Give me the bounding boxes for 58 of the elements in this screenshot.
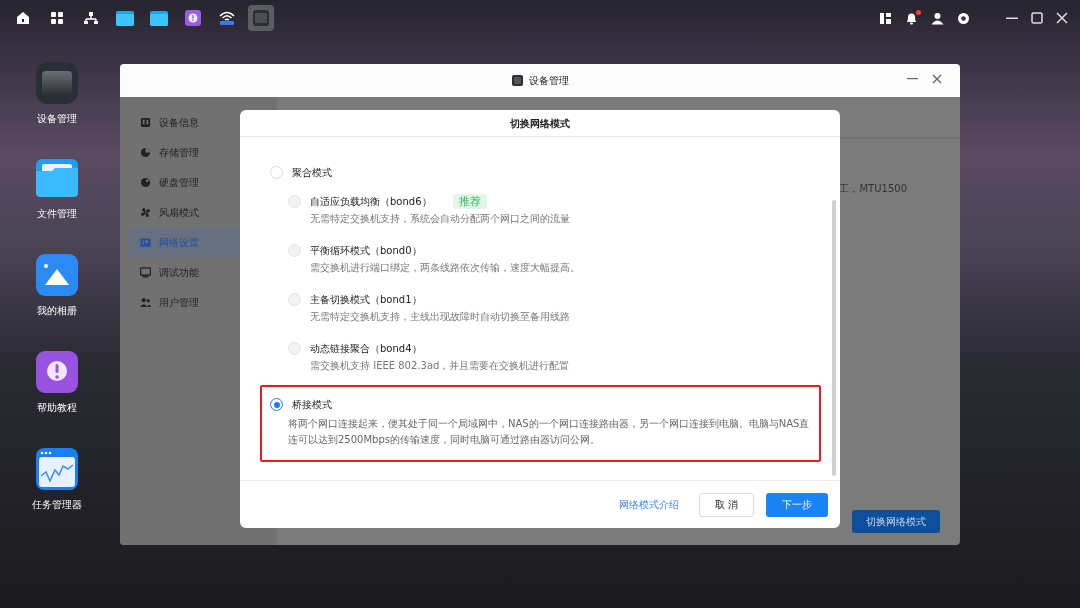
maximize-icon[interactable]: [1031, 12, 1043, 24]
recommended-badge: 推荐: [452, 194, 487, 209]
network-info-text: 工，MTU1500: [839, 182, 907, 196]
settings-icon[interactable]: [957, 11, 970, 25]
home-icon: [16, 11, 30, 25]
desktop-icon-label[interactable]: 帮助教程: [37, 401, 77, 415]
photo-album-icon: [36, 254, 78, 296]
sidebar-item[interactable]: 设备信息: [128, 107, 277, 137]
option-label: 平衡循环模式（bond0）: [310, 244, 422, 258]
cancel-button[interactable]: 取 消: [699, 492, 754, 517]
option-label: 自适应负载均衡（bond6）: [310, 195, 432, 209]
option-description: 需交换机支持 IEEE 802.3ad，并且需要在交换机进行配置: [309, 359, 571, 373]
option-description: 将两个网口连接起来，便其处于同一个局域网中，NAS的一个网口连接路由器，另一个网口连接到电脑。电脑与NAS直连可以达到2500Mbps的传输速度，同时电脑可通过路由器访问公网。: [287, 417, 810, 447]
desktop-icon-label[interactable]: 文件管理: [37, 207, 77, 221]
sidebar-item[interactable]: 风扇模式: [128, 197, 277, 227]
device-icon: [36, 62, 78, 104]
users-icon: [140, 296, 151, 308]
help-link[interactable]: 网络模式介绍: [619, 497, 679, 512]
switch-mode-button[interactable]: 切换网络模式: [852, 510, 940, 533]
option-description: 无需特定交换机支持，主线出现故障时自动切换至备用线路: [309, 310, 571, 324]
option-description: 无需特定交换机支持，系统会自动分配两个网口之间的流量: [309, 212, 571, 226]
chart-window-icon: [36, 448, 78, 490]
dialog-title: 切换网络模式: [510, 116, 570, 131]
window-title: 设备管理: [528, 74, 569, 88]
device-icon: [253, 10, 269, 26]
bell-icon[interactable]: [905, 11, 918, 25]
help-icon: [185, 10, 201, 26]
sidebar-item[interactable]: 调试功能: [128, 257, 277, 287]
pie-chart-icon: [140, 146, 151, 158]
close-icon[interactable]: [932, 73, 942, 84]
panel-icon: [140, 116, 151, 128]
user-icon[interactable]: [931, 11, 944, 25]
network-icon: [84, 11, 98, 25]
desktop-icon-label[interactable]: 我的相册: [37, 304, 77, 318]
option-label: 桥接模式: [292, 398, 332, 412]
ip-icon: [140, 236, 151, 248]
sidebar-item[interactable]: 用户管理: [128, 287, 277, 317]
next-button[interactable]: 下一步: [766, 492, 828, 517]
desktop-icon-label[interactable]: 设备管理: [37, 112, 77, 126]
disk-icon: [140, 176, 151, 188]
folder-icon: [116, 10, 134, 26]
option-label: 聚合模式: [292, 166, 332, 180]
folder-icon: [150, 10, 168, 26]
desktop-icon-label[interactable]: 任务管理器: [32, 498, 82, 512]
monitor-icon: [140, 266, 151, 278]
option-label: 动态链接聚合（bond4）: [310, 342, 422, 356]
option-label: 主备切换模式（bond1）: [310, 293, 422, 307]
fan-icon: [140, 206, 151, 218]
wifi-router-icon: [218, 10, 236, 26]
device-icon: [511, 75, 523, 86]
folder-icon: [36, 159, 78, 199]
help-icon: [36, 351, 78, 393]
sidebar-item[interactable]: 存储管理: [128, 137, 277, 167]
radio-button[interactable]: [270, 398, 283, 411]
grid-icon: [50, 11, 64, 25]
sidebar-item[interactable]: 硬盘管理: [128, 167, 277, 197]
layout-icon[interactable]: [879, 11, 892, 25]
option-description: 需交换机进行端口绑定，两条线路依次传输，速度大幅提高。: [309, 261, 581, 275]
